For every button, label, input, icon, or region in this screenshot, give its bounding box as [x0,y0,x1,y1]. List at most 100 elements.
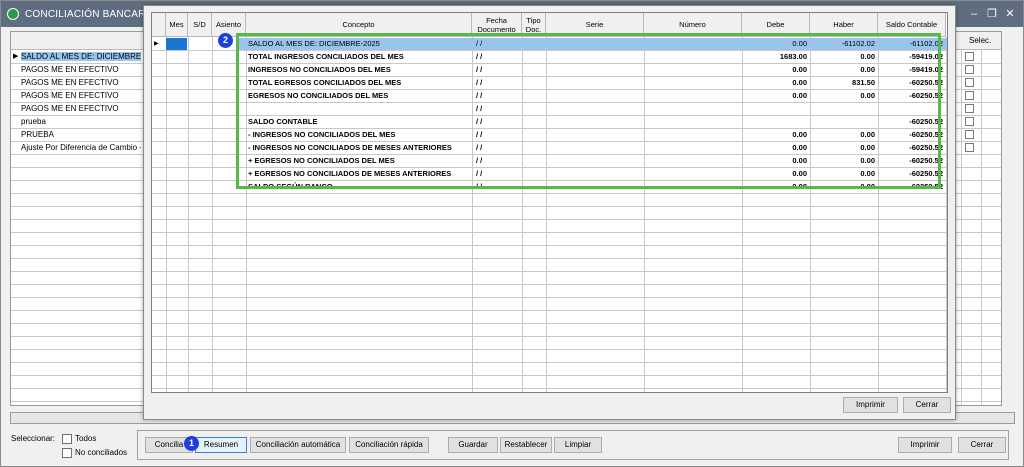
table-row[interactable]: SALDO SEGÚN BANCO / / 0.00 0.00 -60250.52 [152,181,947,194]
row-select-checkbox[interactable] [965,143,974,152]
table-row[interactable] [152,337,947,350]
cell-saldo: -59419.02 [909,52,943,61]
table-row[interactable]: TOTAL EGRESOS CONCILIADOS DEL MES / / 0.00… [152,77,947,90]
minimize-icon[interactable]: – [967,8,981,20]
table-row[interactable]: SALDO CONTABLE / / -60250.52 [152,116,947,129]
header-haber: Haber [810,13,878,37]
cell-haber: 0.00 [860,169,875,178]
row-concepto: prueba [21,117,46,126]
resumen-button[interactable]: Resumen [195,437,247,453]
cell-concepto: + EGRESOS NO CONCILIADOS DE MESES ANTERI… [248,169,452,178]
cell-concepto: - INGRESOS NO CONCILIADOS DE MESES ANTER… [248,143,452,152]
table-row[interactable] [152,272,947,285]
conciliacion-rapida-button[interactable]: Conciliación rápida [349,437,429,453]
row-pointer-icon: ▶ [154,41,159,47]
restablecer-button[interactable]: Restablecer [500,437,552,453]
cell-fecha: / / [476,143,483,152]
row-select-checkbox[interactable] [965,65,974,74]
cell-fecha: / / [476,39,483,48]
table-row[interactable] [152,324,947,337]
limpiar-button[interactable]: Limpiar [554,437,602,453]
table-row[interactable]: - INGRESOS NO CONCILIADOS DE MESES ANTER… [152,142,947,155]
cell-debe: 0.00 [792,130,807,139]
cell-debe: 1683.00 [779,52,807,61]
header-sd: S/D [188,13,212,37]
row-concepto: PAGOS ME EN EFECTIVO [21,91,119,100]
table-row[interactable]: ▶ SALDO AL MES DE: DICIEMBRE-2025 / / 0.00 -… [152,38,947,51]
row-select-checkbox[interactable] [965,130,974,139]
table-row[interactable] [152,259,947,272]
cell-concepto: TOTAL INGRESOS CONCILIADOS DEL MES [248,52,404,61]
cell-debe: 0.00 [792,65,807,74]
guardar-button[interactable]: Guardar [448,437,498,453]
row-select-checkbox[interactable] [965,117,974,126]
row-select-checkbox[interactable] [965,52,974,61]
mes-cell-active[interactable] [166,38,187,50]
cell-concepto: EGRESOS NO CONCILIADOS DEL MES [248,91,389,100]
grid-line [961,50,962,405]
table-row[interactable] [152,207,947,220]
cell-haber: 0.00 [860,130,875,139]
table-row[interactable] [152,298,947,311]
table-row[interactable] [152,194,947,207]
cell-debe: 0.00 [792,39,807,48]
header-indicator [152,13,166,37]
table-row[interactable]: - INGRESOS NO CONCILIADOS DEL MES / / 0.00… [152,129,947,142]
row-select-checkbox[interactable] [965,104,974,113]
cell-saldo: -60250.52 [909,156,943,165]
table-row[interactable] [152,233,947,246]
table-row[interactable]: + EGRESOS NO CONCILIADOS DEL MES / / 0.00 0… [152,155,947,168]
table-row[interactable]: INGRESOS NO CONCILIADOS DEL MES / / 0.00 0.… [152,64,947,77]
cell-saldo: -60250.52 [909,130,943,139]
cell-fecha: / / [476,182,483,191]
row-select-checkbox[interactable] [965,78,974,87]
cell-debe: 0.00 [792,156,807,165]
table-row[interactable] [152,246,947,259]
cell-haber: 0.00 [860,52,875,61]
cell-saldo: -59419.02 [909,65,943,74]
header-mes: Mes [166,13,188,37]
app-icon [7,8,19,20]
table-row[interactable] [152,311,947,324]
todos-checkbox[interactable] [62,434,72,444]
row-concepto: PAGOS ME EN EFECTIVO [21,65,119,74]
cerrar-button[interactable]: Cerrar [958,437,1006,453]
toolbar: Concilia Resumen Conciliación automática… [137,430,1009,460]
cell-fecha: / / [476,130,483,139]
row-concepto: PAGOS ME EN EFECTIVO [21,78,119,87]
cell-saldo: -60250.52 [909,182,943,191]
table-row[interactable] [152,376,947,389]
cell-concepto: - INGRESOS NO CONCILIADOS DEL MES [248,130,396,139]
row-select-checkbox[interactable] [965,91,974,100]
cell-debe: 0.00 [792,143,807,152]
restore-icon[interactable]: ❐ [985,8,999,20]
header-saldo: Saldo Contable [878,13,946,37]
row-pointer-icon: ▶ [13,53,19,60]
cell-fecha: / / [476,52,483,61]
cell-saldo: -60250.52 [909,91,943,100]
cell-concepto: SALDO AL MES DE: DICIEMBRE-2025 [248,39,380,48]
cell-debe: 0.00 [792,91,807,100]
resumen-dialog: Mes S/D Asiento Concepto Fecha Documento… [143,5,956,420]
table-row[interactable] [152,220,947,233]
cell-concepto: TOTAL EGRESOS CONCILIADOS DEL MES [248,78,402,87]
cell-fecha: / / [476,91,483,100]
modal-cerrar-button[interactable]: Cerrar [903,397,951,413]
no-conciliados-checkbox[interactable] [62,448,72,458]
table-row[interactable] [152,350,947,363]
header-tipo: Tipo Doc. [522,13,546,37]
imprimir-button[interactable]: Imprimir [898,437,952,453]
table-row[interactable]: + EGRESOS NO CONCILIADOS DE MESES ANTERI… [152,168,947,181]
close-icon[interactable]: ✕ [1003,8,1017,20]
table-row[interactable]: / / [152,103,947,116]
grid-line [981,50,982,405]
table-row[interactable]: EGRESOS NO CONCILIADOS DEL MES / / 0.00 0.0… [152,90,947,103]
table-row[interactable] [152,285,947,298]
cell-concepto: + EGRESOS NO CONCILIADOS DEL MES [248,156,395,165]
modal-imprimir-button[interactable]: Imprimir [843,397,898,413]
table-row[interactable] [152,363,947,376]
table-row[interactable]: TOTAL INGRESOS CONCILIADOS DEL MES / / 168… [152,51,947,64]
cell-debe: 0.00 [792,78,807,87]
conciliacion-automatica-button[interactable]: Conciliación automática [250,437,346,453]
cell-saldo: -61102.02 [909,39,943,48]
